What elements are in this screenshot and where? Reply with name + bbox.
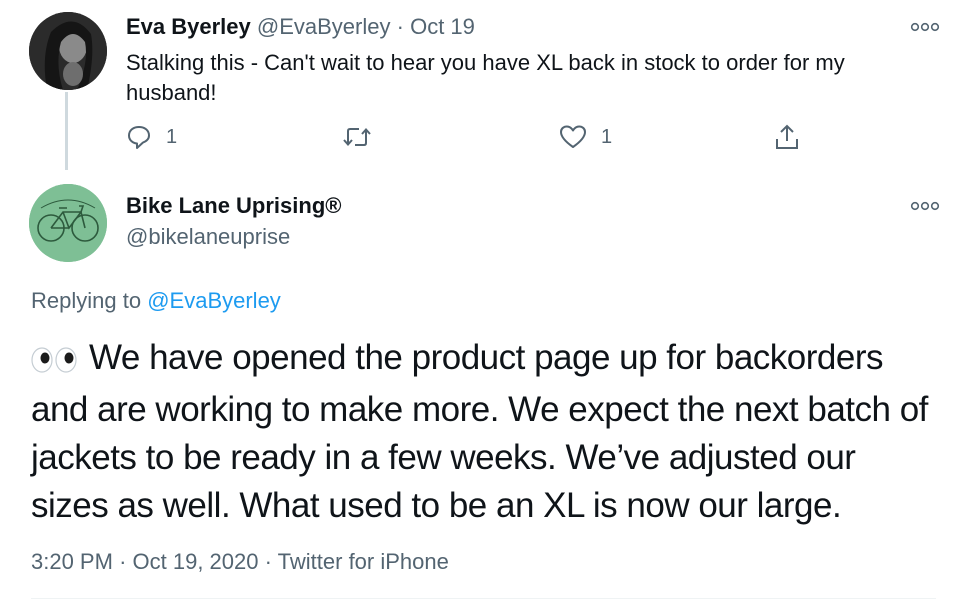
like-button[interactable]: 1 bbox=[559, 120, 612, 154]
bicycle-logo-icon bbox=[29, 184, 107, 262]
replying-to-link[interactable]: @EvaByerley bbox=[147, 288, 281, 313]
retweet-button[interactable] bbox=[342, 120, 372, 154]
retweet-icon bbox=[343, 127, 371, 147]
avatar[interactable] bbox=[29, 12, 107, 90]
divider bbox=[31, 598, 936, 599]
avatar[interactable] bbox=[29, 184, 107, 262]
reply-count: 1 bbox=[166, 125, 178, 148]
replying-to: Replying to @EvaByerley bbox=[31, 287, 281, 315]
reply-button[interactable]: 1 bbox=[126, 120, 177, 154]
replying-prefix: Replying to bbox=[31, 288, 142, 313]
tweet-header: Eva Byerley @EvaByerley · Oct 19 bbox=[126, 13, 475, 41]
tweet-thread: Eva Byerley @EvaByerley · Oct 19 Stalkin… bbox=[0, 0, 966, 606]
more-options-icon[interactable] bbox=[910, 199, 940, 213]
reply-icon bbox=[128, 126, 150, 149]
meta-separator: · bbox=[396, 14, 404, 39]
author-name[interactable]: Eva Byerley bbox=[126, 14, 251, 39]
meta-separator: · bbox=[119, 549, 127, 574]
thread-connector bbox=[65, 92, 68, 170]
tweet-date[interactable]: Oct 19 bbox=[410, 14, 475, 39]
share-button[interactable] bbox=[774, 120, 800, 154]
tweet-text: Stalking this - Can't wait to hear you h… bbox=[126, 50, 845, 105]
tweet-body: We have opened the product page up for b… bbox=[31, 338, 928, 525]
share-icon bbox=[776, 124, 798, 149]
tweet-metadata: 3:20 PM · Oct 19, 2020 · Twitter for iPh… bbox=[31, 548, 449, 576]
eyes-icon bbox=[31, 347, 77, 373]
like-count: 1 bbox=[601, 125, 613, 148]
eyes-emoji bbox=[31, 338, 77, 386]
avatar-photo bbox=[29, 12, 107, 90]
author-handle[interactable]: @bikelaneuprise bbox=[126, 223, 290, 251]
tweet-time[interactable]: 3:20 PM bbox=[31, 549, 113, 574]
author-name[interactable]: Bike Lane Uprising® bbox=[126, 192, 341, 220]
more-options-icon[interactable] bbox=[910, 20, 940, 34]
tweet-source[interactable]: Twitter for iPhone bbox=[278, 549, 449, 574]
heart-icon bbox=[560, 125, 586, 148]
author-handle[interactable]: @EvaByerley bbox=[257, 14, 391, 39]
tweet-full-date[interactable]: Oct 19, 2020 bbox=[133, 549, 259, 574]
meta-separator: · bbox=[264, 549, 272, 574]
tweet-text: We have opened the product page up for b… bbox=[31, 334, 931, 530]
